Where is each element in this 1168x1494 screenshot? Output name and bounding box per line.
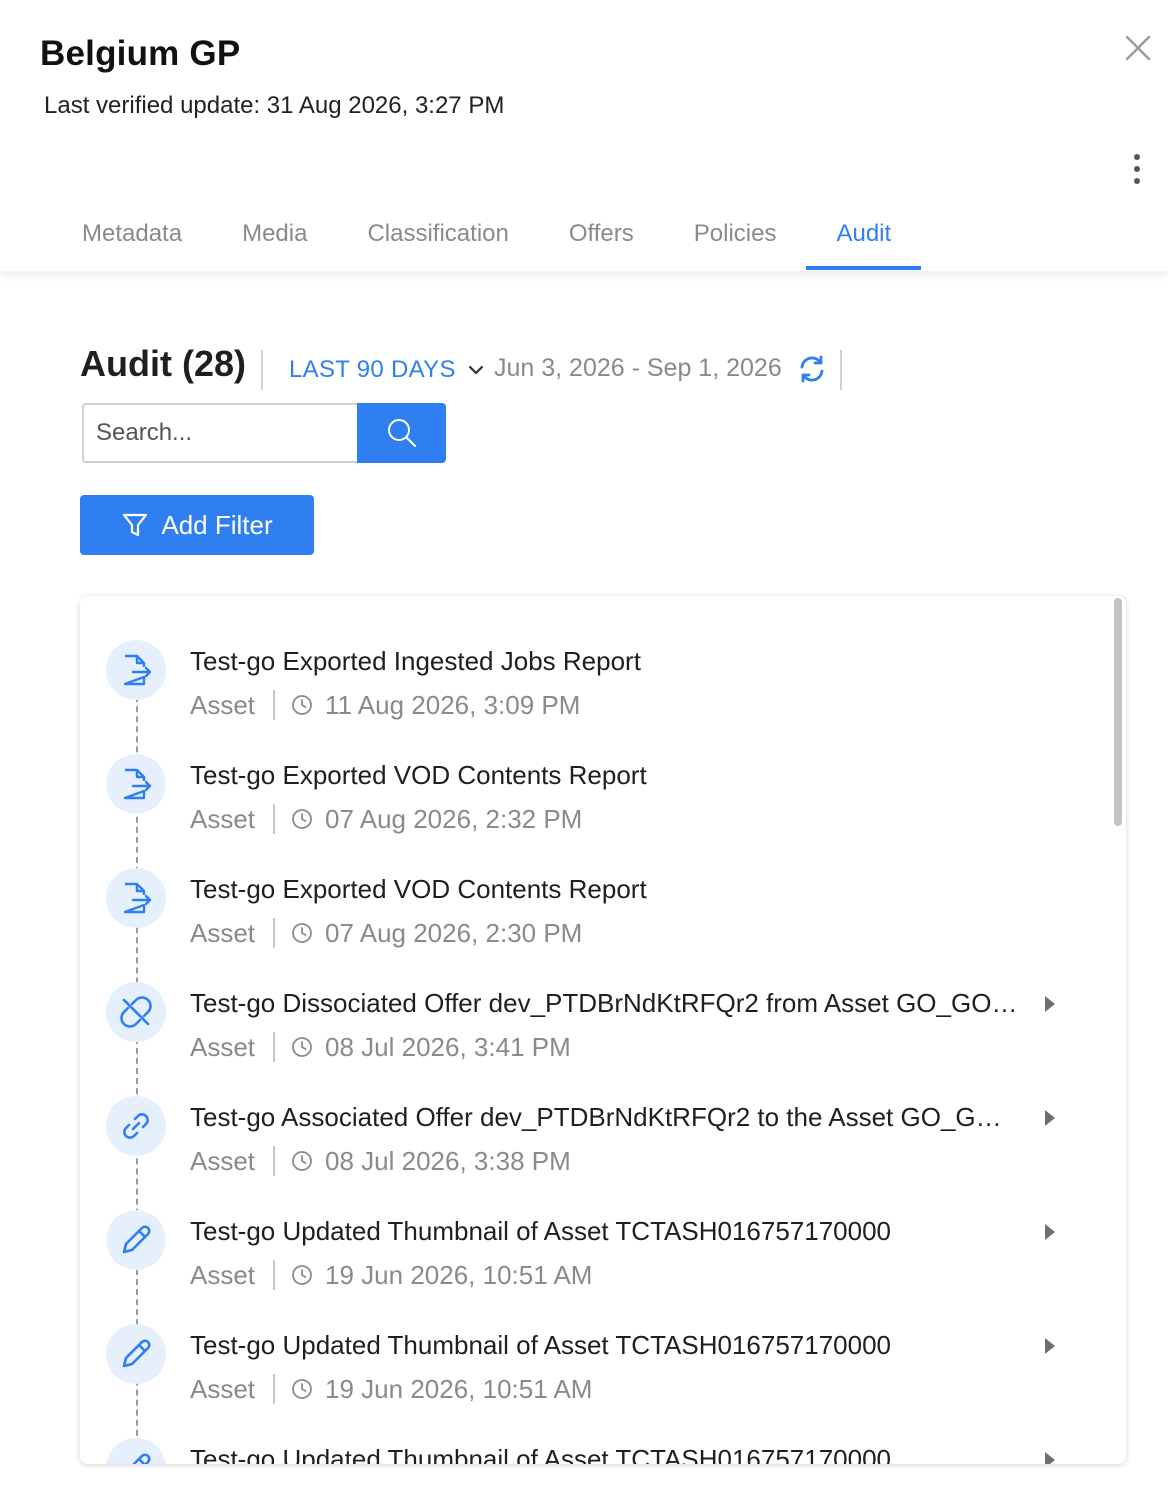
- close-button[interactable]: [1118, 28, 1158, 68]
- expand-button[interactable]: [1040, 992, 1060, 1016]
- refresh-button[interactable]: [794, 350, 830, 388]
- audit-item-title: Test-go Dissociated Offer dev_PTDBrNdKtR…: [190, 988, 1020, 1018]
- more-options-button[interactable]: [1120, 150, 1154, 188]
- audit-item-title: Test-go Exported Ingested Jobs Report: [190, 646, 641, 676]
- refresh-icon: [800, 355, 824, 383]
- asset-detail-panel: Belgium GP Last verified update: 31 Aug …: [0, 0, 1168, 1494]
- expand-button[interactable]: [1040, 1448, 1060, 1464]
- last-verified-update: Last verified update: 31 Aug 2026, 3:27 …: [44, 92, 505, 119]
- tab-metadata[interactable]: Metadata: [52, 206, 212, 270]
- search-icon: [387, 419, 416, 448]
- expand-button[interactable]: [1040, 1220, 1060, 1244]
- caret-right-icon: [1045, 1224, 1055, 1240]
- export-file-icon: [106, 754, 166, 814]
- caret-right-icon: [1045, 996, 1055, 1012]
- pencil-icon: [106, 1210, 166, 1270]
- audit-item-title: Test-go Exported VOD Contents Report: [190, 874, 647, 904]
- audit-list: Test-go Exported Ingested Jobs Report As…: [80, 596, 1126, 1464]
- date-range-text: Jun 3, 2026 - Sep 1, 2026: [494, 354, 782, 382]
- panel-header: Belgium GP Last verified update: 31 Aug …: [0, 0, 1168, 271]
- chevron-down-icon: [468, 365, 483, 375]
- add-filter-button[interactable]: Add Filter: [80, 495, 314, 555]
- tab-media[interactable]: Media: [212, 206, 337, 270]
- audit-item-title: Test-go Associated Offer dev_PTDBrNdKtRF…: [190, 1102, 1020, 1132]
- expand-button[interactable]: [1040, 1106, 1060, 1130]
- tab-classification[interactable]: Classification: [337, 206, 538, 270]
- audit-item[interactable]: Test-go Dissociated Offer dev_PTDBrNdKtR…: [80, 938, 1100, 1062]
- list-scrollbar[interactable]: [1112, 596, 1126, 1464]
- audit-item[interactable]: Test-go Exported VOD Contents Report Ass…: [80, 710, 1100, 834]
- caret-right-icon: [1045, 1110, 1055, 1126]
- tab-policies[interactable]: Policies: [664, 206, 807, 270]
- filter-icon: [123, 513, 148, 537]
- tab-audit[interactable]: Audit: [806, 206, 921, 270]
- caret-right-icon: [1045, 1338, 1055, 1354]
- unlink-icon: [106, 982, 166, 1042]
- audit-item[interactable]: Test-go Exported VOD Contents Report Ass…: [80, 824, 1100, 948]
- pencil-icon: [106, 1438, 166, 1464]
- audit-item-title: Test-go Updated Thumbnail of Asset TCTAS…: [190, 1330, 891, 1360]
- scrollbar-thumb[interactable]: [1114, 598, 1122, 826]
- audit-item-title: Test-go Updated Thumbnail of Asset TCTAS…: [190, 1216, 891, 1246]
- tab-bar: Metadata Media Classification Offers Pol…: [52, 206, 921, 270]
- tab-offers[interactable]: Offers: [539, 206, 664, 270]
- link-icon: [106, 1096, 166, 1156]
- toolbar-divider: [840, 350, 842, 390]
- pencil-icon: [106, 1324, 166, 1384]
- audit-item[interactable]: Test-go Updated Thumbnail of Asset TCTAS…: [80, 1166, 1100, 1290]
- audit-item[interactable]: Test-go Exported Ingested Jobs Report As…: [80, 596, 1100, 720]
- export-file-icon: [106, 640, 166, 700]
- add-filter-label: Add Filter: [161, 509, 273, 540]
- more-vertical-icon: [1134, 154, 1140, 184]
- page-title: Belgium GP: [40, 34, 241, 73]
- date-range-label: LAST 90 DAYS: [289, 356, 456, 383]
- search-button[interactable]: [357, 403, 446, 463]
- date-range-select[interactable]: LAST 90 DAYS: [289, 352, 484, 388]
- expand-button[interactable]: [1040, 1334, 1060, 1358]
- search-box: [82, 403, 446, 463]
- audit-heading: Audit (28): [80, 343, 246, 384]
- search-input[interactable]: [82, 403, 357, 463]
- audit-item[interactable]: Test-go Associated Offer dev_PTDBrNdKtRF…: [80, 1052, 1100, 1176]
- audit-item[interactable]: Test-go Updated Thumbnail of Asset TCTAS…: [80, 1280, 1100, 1404]
- audit-item-title: Test-go Updated Thumbnail of Asset TCTAS…: [190, 1444, 891, 1464]
- caret-right-icon: [1045, 1452, 1055, 1464]
- audit-item-title: Test-go Exported VOD Contents Report: [190, 760, 647, 790]
- close-icon: [1125, 35, 1151, 61]
- export-file-icon: [106, 868, 166, 928]
- toolbar-divider: [261, 350, 263, 390]
- audit-item[interactable]: Test-go Updated Thumbnail of Asset TCTAS…: [80, 1394, 1100, 1464]
